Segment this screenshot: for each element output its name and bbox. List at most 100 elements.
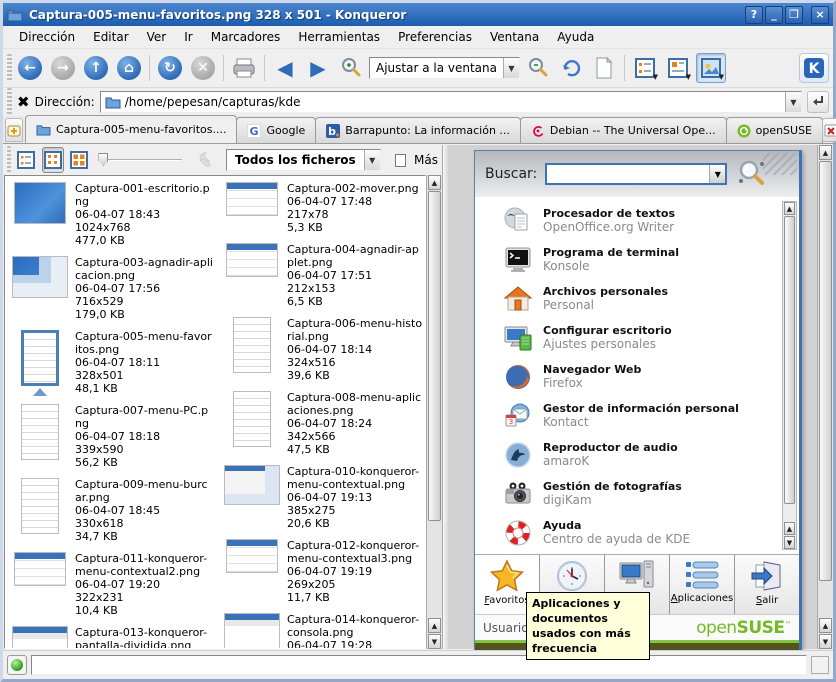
file-item[interactable]: Captura-002-mover.png06-04-07 17:48217x7… bbox=[223, 182, 425, 234]
context-thumb-icon bbox=[226, 539, 278, 573]
forward-button[interactable]: → bbox=[48, 53, 78, 83]
app-text: AyudaCentro de ayuda de KDE bbox=[543, 519, 690, 546]
chevron-down-icon[interactable]: ▼ bbox=[364, 150, 380, 170]
chevron-down-icon[interactable]: ▼ bbox=[503, 58, 519, 78]
rotate-icon[interactable] bbox=[556, 53, 586, 83]
titlebar[interactable]: Captura-005-menu-favoritos.png 328 x 501… bbox=[3, 3, 833, 26]
scroll-up-icon[interactable]: ▲ bbox=[784, 202, 795, 215]
file-item[interactable]: Captura-010-konqueror-menu-contextual.pn… bbox=[223, 465, 425, 530]
toolbar-grip[interactable] bbox=[7, 54, 12, 82]
zoom-out-icon[interactable] bbox=[523, 53, 553, 83]
close-tab-button[interactable] bbox=[822, 118, 836, 142]
kmenu-app-item[interactable]: Programa de terminalKonsole bbox=[503, 240, 799, 279]
kmenu-app-item[interactable]: 3Gestor de información personalKontact bbox=[503, 396, 799, 435]
medium-icons-button[interactable] bbox=[42, 147, 64, 173]
browser-tab[interactable]: bBarrapunto: La información ... bbox=[315, 117, 521, 143]
file-item[interactable]: Captura-013-konqueror-pantalla-dividida.… bbox=[11, 626, 213, 649]
scroll-up-icon[interactable]: ▲ bbox=[819, 145, 832, 160]
menu-preferencias[interactable]: Preferencias bbox=[390, 27, 480, 47]
location-path[interactable]: /home/pepesan/capturas/kde bbox=[125, 95, 781, 109]
scroll-down-icon[interactable]: ▼ bbox=[819, 634, 832, 649]
go-button[interactable] bbox=[807, 91, 829, 113]
kmenu-app-item[interactable]: Navegador WebFirefox bbox=[503, 357, 799, 396]
file-meta: Captura-012-konqueror-menu-contextual3.p… bbox=[287, 539, 425, 604]
file-item[interactable]: Captura-006-menu-historial.png06-04-07 1… bbox=[223, 317, 425, 382]
large-icons-button[interactable] bbox=[68, 147, 90, 173]
icon-view-button[interactable]: ▼ bbox=[630, 53, 660, 83]
menu-ayuda[interactable]: Ayuda bbox=[549, 27, 602, 47]
file-item[interactable]: Captura-001-escritorio.png06-04-07 18:43… bbox=[11, 182, 213, 247]
kmenu-app-item[interactable]: Reproductor de audioamaroK bbox=[503, 435, 799, 474]
small-icons-button[interactable] bbox=[15, 147, 37, 173]
file-item[interactable]: Captura-005-menu-favoritos.png06-04-07 1… bbox=[11, 330, 213, 395]
zoom-in-icon[interactable] bbox=[336, 53, 366, 83]
menu-editar[interactable]: Editar bbox=[85, 27, 137, 47]
slider-handle[interactable] bbox=[98, 153, 108, 166]
menu-herramientas[interactable]: Herramientas bbox=[290, 27, 388, 47]
wrench-icon[interactable] bbox=[192, 149, 214, 171]
search-combobox[interactable]: ▼ bbox=[545, 163, 727, 185]
up-button[interactable]: ↑ bbox=[81, 53, 111, 83]
chevron-down-icon[interactable]: ▼ bbox=[709, 165, 725, 183]
search-input[interactable] bbox=[547, 165, 709, 183]
kmenu-app-item[interactable]: Configurar escritorioAjustes personales bbox=[503, 318, 799, 357]
help-button[interactable]: ? bbox=[745, 6, 763, 24]
multicolumn-view-button[interactable]: ▼ bbox=[663, 53, 693, 83]
file-item[interactable]: Captura-011-konqueror-menu-contextual2.p… bbox=[11, 552, 213, 617]
home-button[interactable]: ⌂ bbox=[114, 53, 144, 83]
file-item[interactable]: Captura-003-agnadir-aplicacion.png06-04-… bbox=[11, 256, 213, 321]
scroll-down-icon[interactable]: ▼ bbox=[784, 536, 795, 549]
scroll-up-icon[interactable]: ▲ bbox=[428, 175, 441, 190]
chevron-down-icon[interactable]: ▼ bbox=[785, 92, 801, 112]
menu-ventana[interactable]: Ventana bbox=[482, 27, 547, 47]
image-view-button[interactable]: ▼ bbox=[696, 53, 726, 83]
more-checkbox[interactable] bbox=[395, 154, 406, 167]
maximize-button[interactable]: ❐ bbox=[785, 6, 803, 24]
kmenu-tab-aplicaciones[interactable]: Aplicaciones bbox=[670, 555, 735, 614]
file-item[interactable]: Captura-004-agnadir-applet.png06-04-07 1… bbox=[223, 243, 425, 308]
filter-combobox[interactable]: Todos los ficheros ▼ bbox=[226, 149, 381, 171]
next-image-button[interactable]: ▶ bbox=[303, 53, 333, 83]
previous-image-button[interactable]: ◀ bbox=[270, 53, 300, 83]
file-item[interactable]: Captura-007-menu-PC.png06-04-07 18:18339… bbox=[11, 404, 213, 469]
file-item[interactable]: Captura-009-menu-burcar.png06-04-07 18:4… bbox=[11, 478, 213, 543]
clear-location-icon[interactable]: ✖ bbox=[17, 93, 30, 111]
toolbar-grip[interactable] bbox=[7, 88, 12, 116]
scroll-down-icon[interactable]: ▼ bbox=[428, 634, 441, 649]
scroll-up-icon[interactable]: ▲ bbox=[784, 522, 795, 535]
browser-tab[interactable]: GGoogle bbox=[236, 117, 316, 143]
back-button[interactable]: ← bbox=[15, 53, 45, 83]
applist-scrollbar[interactable]: ▲ ▲ ▼ bbox=[782, 201, 797, 550]
kmenu-app-item[interactable]: Procesador de textosOpenOffice.org Write… bbox=[503, 201, 799, 240]
icon-size-slider[interactable] bbox=[94, 150, 188, 170]
new-tab-button[interactable] bbox=[5, 118, 23, 142]
resize-grip[interactable] bbox=[811, 656, 829, 674]
location-combobox[interactable]: /home/pepesan/capturas/kde ▼ bbox=[100, 91, 802, 113]
scroll-up-icon[interactable]: ▲ bbox=[428, 618, 441, 633]
menu-direccion[interactable]: Dirección bbox=[11, 27, 83, 47]
kmenu-app-item[interactable]: Archivos personalesPersonal bbox=[503, 279, 799, 318]
browser-tab[interactable]: Debian -- The Universal Ope... bbox=[520, 117, 727, 143]
preview-scrollbar[interactable]: ▲ ▲ ▼ bbox=[817, 145, 833, 649]
stop-button[interactable]: ✕ bbox=[188, 53, 218, 83]
menu-ir[interactable]: Ir bbox=[176, 27, 200, 47]
file-item[interactable]: Captura-008-menu-aplicaciones.png06-04-0… bbox=[223, 391, 425, 456]
document-icon[interactable] bbox=[589, 53, 619, 83]
browser-tab[interactable]: Captura-005-menu-favoritos.... bbox=[25, 115, 237, 143]
close-button[interactable]: × bbox=[811, 6, 829, 24]
reload-button[interactable]: ↻ bbox=[155, 53, 185, 83]
kmenu-tab-salir[interactable]: Salir bbox=[735, 555, 799, 614]
scroll-up-icon[interactable]: ▲ bbox=[819, 618, 832, 633]
zoom-fit-combobox[interactable]: Ajustar a la ventana ▼ bbox=[369, 57, 520, 79]
file-item[interactable]: Captura-014-konqueror-consola.png06-04-0… bbox=[223, 613, 425, 649]
menu-marcadores[interactable]: Marcadores bbox=[203, 27, 289, 47]
minimize-button[interactable]: _ bbox=[765, 6, 783, 24]
print-button[interactable] bbox=[229, 53, 259, 83]
kmenu-app-item[interactable]: Gestión de fotografíasdigiKam bbox=[503, 474, 799, 513]
kmenu-app-item[interactable]: AyudaCentro de ayuda de KDE bbox=[503, 513, 799, 552]
filelist-scrollbar[interactable]: ▲ ▲ ▼ bbox=[426, 175, 442, 649]
menu-ver[interactable]: Ver bbox=[139, 27, 175, 47]
toolbar-grip[interactable] bbox=[7, 146, 11, 174]
file-item[interactable]: Captura-012-konqueror-menu-contextual3.p… bbox=[223, 539, 425, 604]
browser-tab[interactable]: openSUSE bbox=[726, 117, 823, 143]
